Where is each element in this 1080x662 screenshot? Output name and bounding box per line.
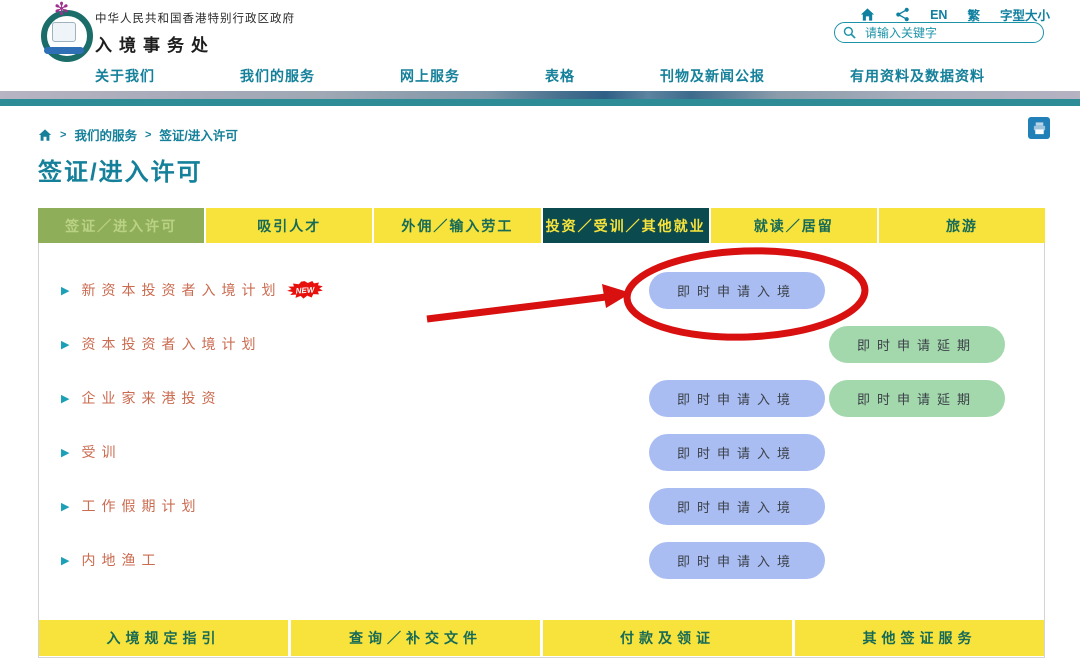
link-mainland-fishermen[interactable]: 内地渔工	[81, 550, 161, 570]
link-entrepreneur-investment[interactable]: 企业家来港投资	[81, 388, 221, 408]
entry-button-slot: 即时申请入境	[649, 272, 829, 309]
scheme-row: ▶ 企业家来港投资 即时申请入境 即时申请延期	[39, 371, 1044, 425]
apply-entry-button[interactable]: 即时申请入境	[649, 380, 825, 417]
breadcrumb-our-services[interactable]: 我们的服务	[74, 125, 137, 144]
home-icon[interactable]	[860, 7, 875, 22]
scheme-row: ▶ 新资本投资者入境计划 NEW 即时申请入境	[39, 263, 1044, 317]
nav-item-our-services[interactable]: 我们的服务	[240, 66, 315, 86]
tab-content-panel: ▶ 新资本投资者入境计划 NEW 即时申请入境 ▶ 资本投资者入境计划 即时申请…	[38, 243, 1045, 658]
header: ✻ 中华人民共和国香港特别行政区政府 入境事务处 EN 繁 字型大小	[0, 0, 1080, 60]
link-capital-investment-scheme[interactable]: 资本投资者入境计划	[81, 334, 261, 354]
link-new-capital-investment-scheme[interactable]: 新资本投资者入境计划	[81, 280, 281, 300]
row-label-wrap: ▶ 资本投资者入境计划	[39, 334, 649, 354]
bottom-item-payment-collection[interactable]: 付款及领证	[543, 620, 792, 656]
page-title: 签证/进入许可	[38, 152, 203, 187]
header-text: 中华人民共和国香港特别行政区政府 入境事务处	[95, 10, 295, 56]
printer-icon	[1032, 121, 1047, 136]
entry-button-slot: 即时申请入境	[649, 434, 829, 471]
teal-divider-bar	[0, 99, 1080, 106]
print-button[interactable]	[1028, 117, 1050, 139]
tab-investment-training-employment[interactable]: 投资／受训／其他就业	[543, 208, 709, 243]
entry-button-slot: 即时申请入境	[649, 488, 829, 525]
search-icon	[843, 26, 856, 39]
apply-extension-button[interactable]: 即时申请延期	[829, 326, 1005, 363]
bauhinia-flower-icon: ✻	[54, 0, 69, 18]
search-box[interactable]	[834, 22, 1044, 43]
bottom-item-enquiry-documents[interactable]: 查询／补交文件	[291, 620, 540, 656]
bottom-links-bar: 入境规定指引 查询／补交文件 付款及领证 其他签证服务	[39, 620, 1044, 656]
breadcrumb-separator: >	[145, 129, 151, 141]
apply-entry-button[interactable]: 即时申请入境	[649, 542, 825, 579]
breadcrumb: > 我们的服务 > 签证/进入许可	[38, 125, 238, 144]
tab-attract-talents[interactable]: 吸引人才	[206, 208, 372, 243]
lang-english-link[interactable]: EN	[930, 8, 947, 22]
arrow-bullet-icon: ▶	[61, 446, 69, 459]
share-icon[interactable]	[895, 7, 910, 22]
entry-button-slot: 即时申请入境	[649, 542, 829, 579]
apply-extension-button[interactable]: 即时申请延期	[829, 380, 1005, 417]
apply-entry-button[interactable]: 即时申请入境	[649, 488, 825, 525]
scheme-row: ▶ 资本投资者入境计划 即时申请延期	[39, 317, 1044, 371]
scheme-row: ▶ 内地渔工 即时申请入境	[39, 533, 1044, 587]
breadcrumb-separator: >	[60, 129, 66, 141]
row-label-wrap: ▶ 工作假期计划	[39, 496, 649, 516]
link-working-holiday[interactable]: 工作假期计划	[81, 496, 201, 516]
nav-item-forms[interactable]: 表格	[545, 66, 575, 86]
new-badge: NEW	[287, 280, 324, 300]
extension-button-slot: 即时申请延期	[829, 380, 1044, 417]
nav-item-online-services[interactable]: 网上服务	[400, 66, 460, 86]
breadcrumb-home-icon[interactable]	[38, 128, 52, 142]
row-label-wrap: ▶ 受训	[39, 442, 649, 462]
scheme-row: ▶ 工作假期计划 即时申请入境	[39, 479, 1044, 533]
nav-item-publications[interactable]: 刊物及新闻公报	[660, 66, 765, 86]
government-line: 中华人民共和国香港特别行政区政府	[95, 10, 295, 26]
extension-button-slot: 即时申请延期	[829, 326, 1044, 363]
arrow-bullet-icon: ▶	[61, 500, 69, 513]
row-label-wrap: ▶ 内地渔工	[39, 550, 649, 570]
immd-logo[interactable]: ✻	[38, 3, 90, 57]
arrow-bullet-icon: ▶	[61, 338, 69, 351]
breadcrumb-visa-permits[interactable]: 签证/进入许可	[159, 125, 237, 144]
category-tabs: 签证／进入许可 吸引人才 外佣／输入劳工 投资／受训／其他就业 就读／居留 旅游	[38, 208, 1045, 243]
row-label-wrap: ▶ 新资本投资者入境计划 NEW	[39, 280, 649, 300]
bottom-item-other-visa-services[interactable]: 其他签证服务	[795, 620, 1044, 656]
bottom-item-entry-guidelines[interactable]: 入境规定指引	[39, 620, 288, 656]
search-input[interactable]	[863, 25, 1035, 41]
arrow-bullet-icon: ▶	[61, 284, 69, 297]
logo-inner	[52, 22, 76, 42]
logo-banner	[44, 47, 84, 54]
apply-entry-button[interactable]: 即时申请入境	[649, 272, 825, 309]
nav-item-useful-info[interactable]: 有用资料及数据资料	[850, 66, 985, 86]
arrow-bullet-icon: ▶	[61, 392, 69, 405]
banner-image-strip	[0, 91, 1080, 99]
nav-item-about[interactable]: 关于我们	[95, 66, 155, 86]
apply-entry-button[interactable]: 即时申请入境	[649, 434, 825, 471]
tab-study-residence[interactable]: 就读／居留	[711, 208, 877, 243]
tab-helpers-labour[interactable]: 外佣／输入劳工	[374, 208, 540, 243]
main-nav: 关于我们 我们的服务 网上服务 表格 刊物及新闻公报 有用资料及数据资料	[0, 60, 1080, 91]
row-label-wrap: ▶ 企业家来港投资	[39, 388, 649, 408]
arrow-bullet-icon: ▶	[61, 554, 69, 567]
tab-visa-entry-permit[interactable]: 签证／进入许可	[38, 208, 204, 243]
link-training[interactable]: 受训	[81, 442, 121, 462]
department-name: 入境事务处	[95, 31, 295, 56]
tab-travel[interactable]: 旅游	[879, 208, 1045, 243]
entry-button-slot: 即时申请入境	[649, 380, 829, 417]
scheme-row: ▶ 受训 即时申请入境	[39, 425, 1044, 479]
